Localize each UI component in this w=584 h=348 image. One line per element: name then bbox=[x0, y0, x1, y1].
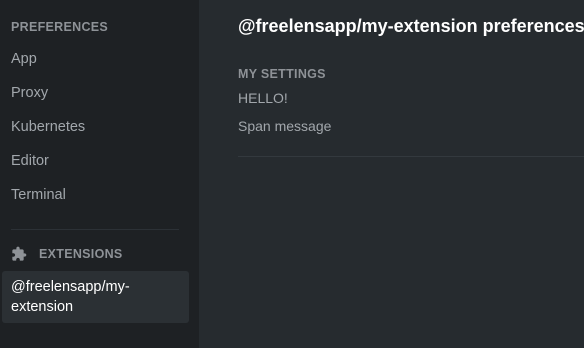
sidebar-item-my-extension[interactable]: @freelensapp/my-extension bbox=[2, 271, 189, 323]
sidebar-item-kubernetes[interactable]: Kubernetes bbox=[11, 119, 85, 135]
content-divider bbox=[238, 156, 584, 157]
hello-text: HELLO! bbox=[238, 90, 288, 106]
sidebar-divider bbox=[11, 229, 179, 230]
my-settings-heading: MY SETTINGS bbox=[238, 67, 326, 81]
sidebar-item-app[interactable]: App bbox=[11, 51, 37, 67]
extensions-label: EXTENSIONS bbox=[39, 247, 123, 261]
sidebar-item-proxy[interactable]: Proxy bbox=[11, 85, 48, 101]
puzzle-icon bbox=[11, 246, 27, 262]
preferences-window: PREFERENCES App Proxy Kubernetes Editor … bbox=[0, 0, 584, 348]
sidebar-item-terminal[interactable]: Terminal bbox=[11, 187, 66, 203]
preferences-content: @freelensapp/my-extension preferences MY… bbox=[199, 0, 584, 348]
sidebar-item-editor[interactable]: Editor bbox=[11, 153, 49, 169]
preferences-sidebar: PREFERENCES App Proxy Kubernetes Editor … bbox=[0, 0, 199, 348]
span-message-text: Span message bbox=[238, 118, 332, 134]
page-title: @freelensapp/my-extension preferences bbox=[238, 16, 584, 36]
extensions-header: EXTENSIONS bbox=[11, 246, 123, 262]
preferences-section-title: PREFERENCES bbox=[11, 20, 109, 34]
